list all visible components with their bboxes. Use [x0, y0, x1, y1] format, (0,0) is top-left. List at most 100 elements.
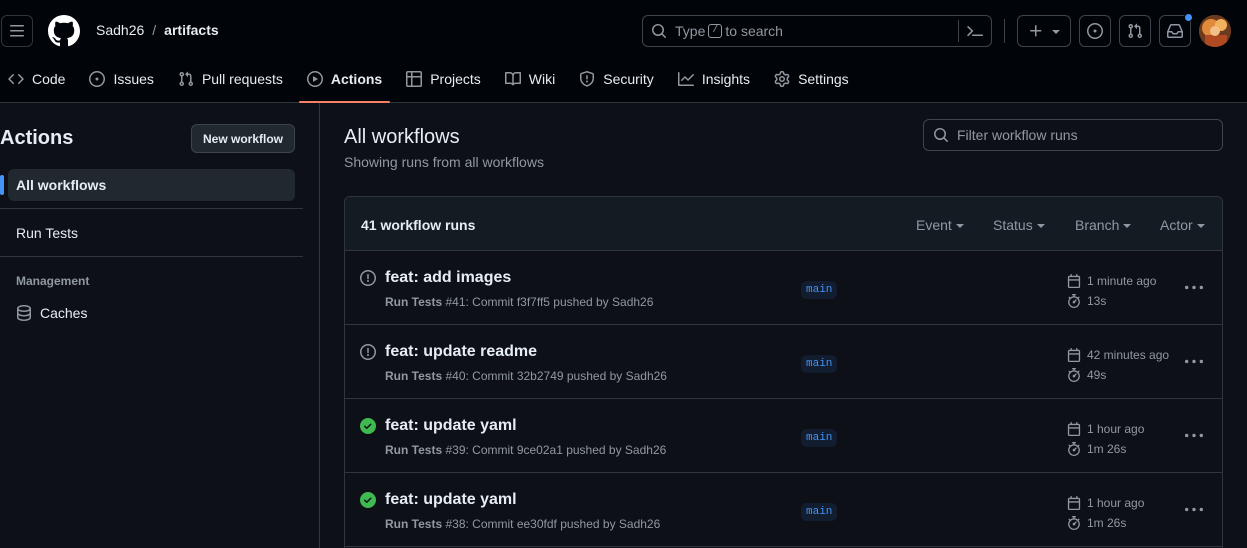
- page-subtitle: Showing runs from all workflows: [344, 154, 544, 170]
- calendar-icon: [1067, 422, 1081, 436]
- sidebar-item-run-tests[interactable]: Run Tests: [8, 217, 295, 249]
- tab-pull-requests[interactable]: Pull requests: [170, 62, 291, 96]
- run-title-link[interactable]: feat: update yaml: [385, 417, 517, 435]
- table-icon: [406, 71, 423, 87]
- tab-insights[interactable]: Insights: [670, 62, 758, 96]
- filter-placeholder: Filter workflow runs: [957, 127, 1078, 143]
- run-title-link[interactable]: feat: update yaml: [385, 491, 517, 509]
- global-search-input[interactable]: Type / to search: [642, 15, 992, 47]
- tab-label: Projects: [430, 71, 481, 87]
- tab-security[interactable]: Security: [571, 62, 662, 96]
- breadcrumb: Sadh26 / artifacts: [96, 22, 219, 38]
- run-meta: Run Tests #41: Commit f3f7ff5 pushed by …: [385, 295, 653, 309]
- avatar[interactable]: [1199, 15, 1231, 47]
- database-icon: [16, 305, 32, 321]
- filter-runs-input[interactable]: Filter workflow runs: [923, 119, 1223, 151]
- search-placeholder-suffix: to search: [725, 23, 783, 39]
- run-duration: 1m 26s: [1087, 442, 1127, 456]
- run-meta: Run Tests #40: Commit 32b2749 pushed by …: [385, 369, 667, 383]
- tab-projects[interactable]: Projects: [398, 62, 489, 96]
- chevron-down-icon: [1123, 224, 1132, 228]
- table-row[interactable]: feat: update yaml Run Tests #38: Commit e…: [345, 473, 1222, 547]
- repo-nav: Code Issues Pull requests Actions Projects Wi…: [0, 62, 865, 103]
- table-row[interactable]: feat: add images Run Tests #41: Commit f3…: [345, 251, 1222, 325]
- github-logo-icon[interactable]: [48, 15, 80, 47]
- tab-label: Settings: [798, 71, 849, 87]
- run-duration: 1m 26s: [1087, 516, 1127, 530]
- sidebar-section-management: Management: [16, 274, 90, 288]
- status-filter-dropdown[interactable]: Status: [993, 217, 1045, 233]
- kebab-menu-icon[interactable]: [1185, 353, 1203, 371]
- tab-actions[interactable]: Actions: [298, 62, 391, 103]
- repo-owner-link[interactable]: Sadh26: [96, 22, 144, 38]
- command-palette-icon[interactable]: [967, 23, 983, 39]
- actions-sidebar: Actions New workflow All workflows Run T…: [0, 103, 320, 548]
- branch-badge[interactable]: main: [801, 281, 838, 299]
- tab-issues[interactable]: Issues: [81, 62, 161, 96]
- kebab-menu-icon[interactable]: [1185, 501, 1203, 519]
- branch-filter-dropdown[interactable]: Branch: [1075, 217, 1132, 233]
- run-meta: Run Tests #39: Commit 9ce02a1 pushed by …: [385, 443, 666, 457]
- branch-badge[interactable]: main: [801, 503, 838, 521]
- table-row[interactable]: feat: update yaml Run Tests #39: Commit 9…: [345, 399, 1222, 473]
- notification-indicator: [1184, 13, 1193, 22]
- run-time-ago: 42 minutes ago: [1087, 348, 1170, 362]
- chevron-down-icon: [1036, 224, 1045, 228]
- run-duration: 49s: [1087, 368, 1107, 382]
- run-workflow-name: Run Tests: [385, 369, 443, 383]
- issue-opened-icon: [1087, 23, 1103, 39]
- tab-settings[interactable]: Settings: [766, 62, 857, 96]
- search-shortcut-key: /: [708, 24, 723, 38]
- dropdown-label: Actor: [1160, 217, 1193, 233]
- sidebar-title: Actions: [0, 127, 74, 149]
- repo-name-link[interactable]: artifacts: [164, 22, 218, 38]
- search-icon: [651, 23, 667, 39]
- pull-requests-button[interactable]: [1119, 15, 1151, 47]
- branch-badge[interactable]: main: [801, 355, 838, 373]
- breadcrumb-separator: /: [152, 22, 157, 38]
- dropdown-label: Branch: [1075, 217, 1120, 233]
- run-timing: 1 hour ago 1m 26s: [1067, 419, 1144, 459]
- run-commit-info: #41: Commit f3f7ff5 pushed by Sadh26: [445, 295, 654, 309]
- sidebar-divider: [0, 256, 303, 257]
- sidebar-item-all-workflows[interactable]: All workflows: [0, 169, 295, 201]
- calendar-icon: [1067, 496, 1081, 510]
- code-icon: [8, 71, 24, 87]
- notifications-button[interactable]: [1159, 13, 1193, 47]
- event-filter-dropdown[interactable]: Event: [916, 217, 964, 233]
- actor-filter-dropdown[interactable]: Actor: [1160, 217, 1205, 233]
- chevron-down-icon: [955, 224, 964, 228]
- tab-label: Pull requests: [201, 71, 283, 87]
- app-header: Sadh26 / artifacts Type / to search Code…: [0, 0, 1247, 103]
- tab-code[interactable]: Code: [0, 62, 73, 96]
- runs-list-header: 41 workflow runs Event Status Branch Act…: [345, 197, 1222, 251]
- issues-button[interactable]: [1079, 15, 1111, 47]
- sidebar-item-label: Run Tests: [16, 225, 78, 241]
- create-new-button[interactable]: [1017, 15, 1071, 47]
- run-title-link[interactable]: feat: add images: [385, 269, 511, 287]
- alert-icon: [360, 270, 376, 286]
- search-divider: [958, 20, 959, 42]
- chevron-down-icon: [1196, 224, 1205, 228]
- stopwatch-icon: [1067, 442, 1081, 456]
- git-pull-request-icon: [1127, 23, 1143, 39]
- header-divider: [1004, 19, 1005, 43]
- alert-icon: [360, 344, 376, 360]
- dropdown-label: Status: [993, 217, 1033, 233]
- new-workflow-button[interactable]: New workflow: [191, 124, 295, 153]
- table-row[interactable]: feat: update readme Run Tests #40: Commit…: [345, 325, 1222, 399]
- book-icon: [504, 71, 521, 87]
- kebab-menu-icon[interactable]: [1185, 427, 1203, 445]
- run-title-link[interactable]: feat: update readme: [385, 343, 537, 361]
- run-timing: 1 hour ago 1m 26s: [1067, 493, 1144, 533]
- tab-label: Issues: [113, 71, 154, 87]
- branch-badge[interactable]: main: [801, 429, 838, 447]
- kebab-menu-icon[interactable]: [1185, 279, 1203, 297]
- tab-wiki[interactable]: Wiki: [497, 62, 563, 96]
- run-duration: 13s: [1087, 294, 1107, 308]
- run-time-ago: 1 minute ago: [1087, 274, 1157, 288]
- search-icon: [933, 127, 949, 143]
- sidebar-item-caches[interactable]: Caches: [8, 297, 295, 329]
- tab-label: Security: [603, 71, 654, 87]
- menu-icon[interactable]: [1, 15, 33, 47]
